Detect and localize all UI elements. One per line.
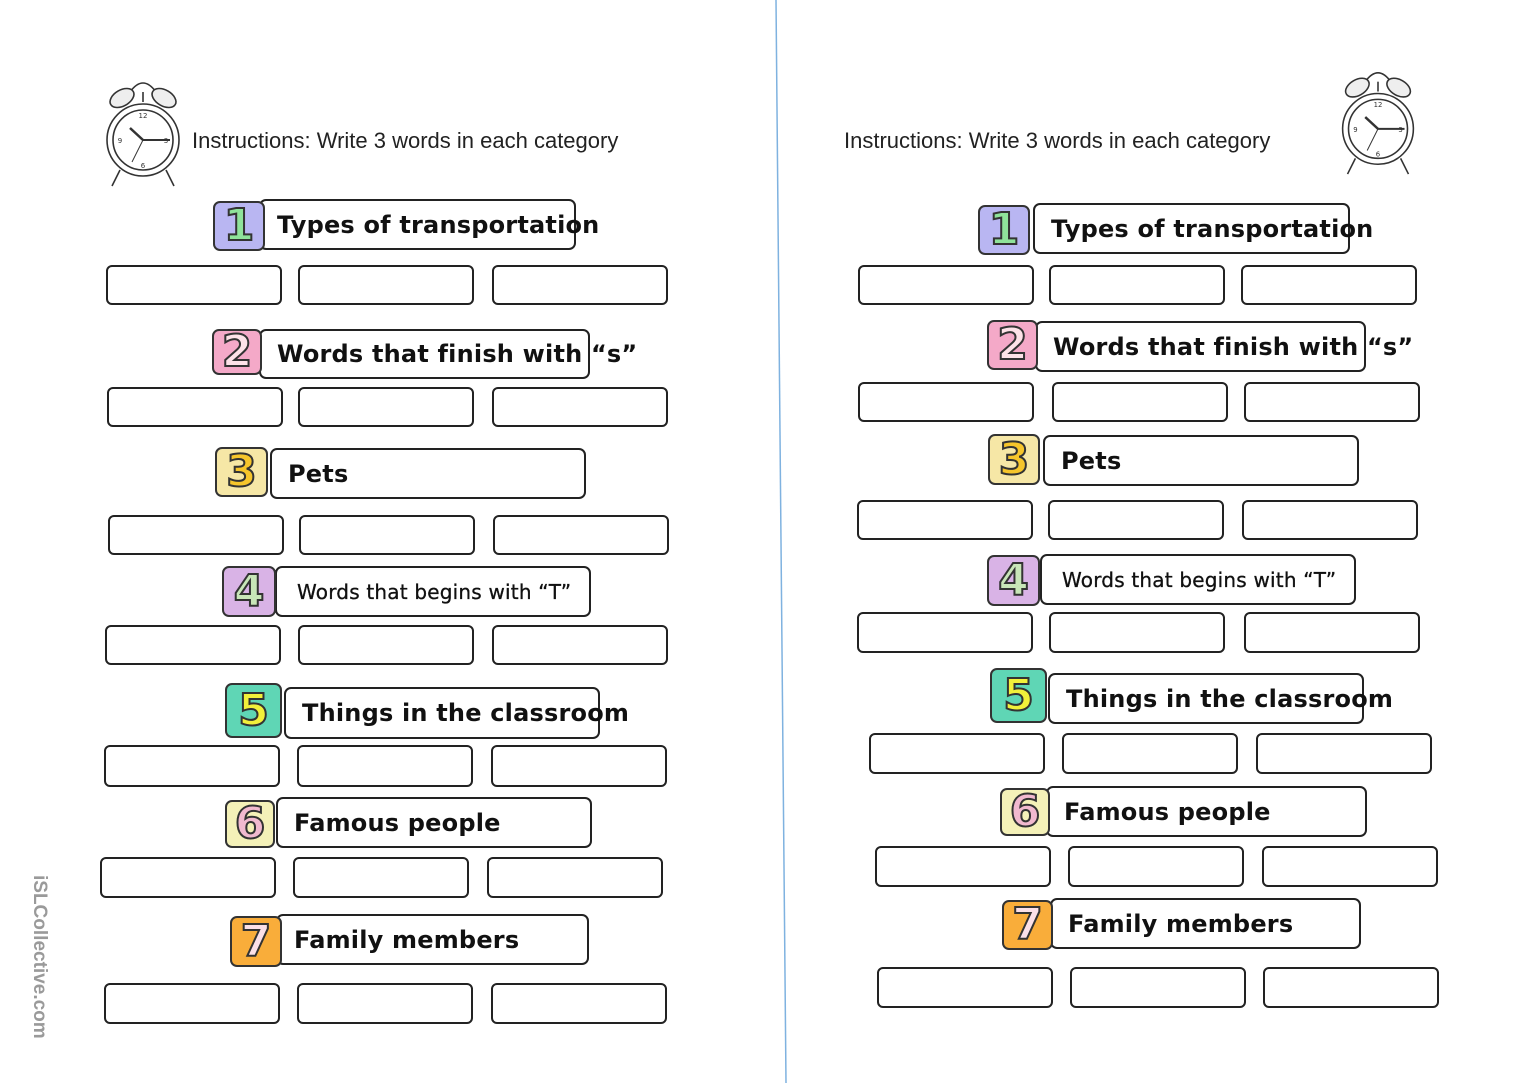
number-badge-icon: 4	[222, 566, 276, 617]
answer-box[interactable]	[858, 382, 1034, 422]
number-badge-icon: 7	[1002, 900, 1053, 950]
answer-box[interactable]	[299, 515, 475, 555]
answer-box[interactable]	[1052, 382, 1228, 422]
alarm-clock-icon: 12 3 6 9	[1337, 64, 1419, 178]
instructions: Instructions: Write 3 words in each cate…	[192, 128, 619, 153]
category-label: Pets	[1043, 435, 1359, 486]
badge-number: 4	[997, 554, 1030, 606]
answer-box[interactable]	[298, 625, 474, 665]
category-label: Family members	[276, 914, 589, 965]
answer-box[interactable]	[1070, 967, 1246, 1008]
answer-box[interactable]	[492, 265, 668, 305]
svg-text:3: 3	[1398, 126, 1402, 134]
svg-text:9: 9	[1353, 126, 1357, 134]
category-label: Family members	[1050, 898, 1361, 949]
number-badge-icon: 2	[987, 320, 1038, 370]
category-label: Types of transportation	[259, 199, 599, 250]
category-label: Things in the classroom	[284, 687, 629, 739]
badge-number: 1	[988, 204, 1021, 255]
answer-box[interactable]	[492, 387, 668, 427]
answer-box[interactable]	[1262, 846, 1438, 887]
answer-box[interactable]	[858, 265, 1034, 305]
category-label: Famous people	[276, 797, 592, 848]
badge-number: 7	[1011, 899, 1044, 950]
answer-box[interactable]	[293, 857, 469, 898]
number-badge-icon: 5	[225, 683, 282, 738]
category-label: Things in the classroom	[1048, 673, 1393, 724]
badge-number: 3	[998, 433, 1031, 485]
answer-box[interactable]	[1256, 733, 1432, 774]
badge-number: 6	[1009, 786, 1042, 837]
badge-number: 7	[240, 915, 273, 967]
answer-box[interactable]	[1244, 612, 1420, 653]
answer-box[interactable]	[1242, 500, 1418, 540]
number-badge-icon: 1	[213, 201, 265, 251]
answer-box[interactable]	[108, 515, 284, 555]
svg-text:6: 6	[141, 162, 146, 170]
number-badge-icon: 6	[225, 800, 275, 848]
answer-box[interactable]	[298, 387, 474, 427]
svg-text:12: 12	[1374, 101, 1383, 109]
answer-box[interactable]	[297, 745, 473, 787]
number-badge-icon: 3	[988, 434, 1040, 485]
answer-box[interactable]	[877, 967, 1053, 1008]
answer-box[interactable]	[1068, 846, 1244, 887]
category-label: Famous people	[1046, 786, 1367, 837]
answer-box[interactable]	[104, 983, 280, 1024]
answer-box[interactable]	[1244, 382, 1420, 422]
category-label: Words that begins with “T”	[275, 566, 591, 617]
answer-box[interactable]	[492, 625, 668, 665]
number-badge-icon: 5	[990, 668, 1047, 723]
answer-box[interactable]	[1049, 612, 1225, 653]
svg-text:12: 12	[139, 112, 148, 120]
alarm-clock-icon: 12 3 6 9	[102, 74, 184, 190]
badge-number: 5	[1002, 669, 1035, 721]
answer-box[interactable]	[857, 612, 1033, 653]
svg-text:9: 9	[118, 137, 122, 145]
category-label: Types of transportation	[1033, 203, 1373, 254]
badge-number: 3	[225, 446, 258, 497]
answer-box[interactable]	[491, 983, 667, 1024]
answer-box[interactable]	[298, 265, 474, 305]
category-label: Words that finish with “s”	[259, 329, 637, 379]
answer-box[interactable]	[487, 857, 663, 898]
badge-number: 6	[234, 798, 267, 849]
answer-box[interactable]	[857, 500, 1033, 540]
answer-box[interactable]	[1241, 265, 1417, 305]
answer-box[interactable]	[100, 857, 276, 898]
badge-number: 2	[996, 319, 1029, 370]
answer-box[interactable]	[105, 625, 281, 665]
answer-box[interactable]	[493, 515, 669, 555]
answer-box[interactable]	[875, 846, 1051, 887]
badge-number: 4	[233, 565, 266, 617]
number-badge-icon: 3	[215, 447, 268, 497]
svg-text:6: 6	[1376, 150, 1380, 158]
answer-box[interactable]	[869, 733, 1045, 774]
number-badge-icon: 4	[987, 555, 1040, 606]
badge-number: 5	[237, 684, 270, 736]
answer-box[interactable]	[1263, 967, 1439, 1008]
category-label: Pets	[270, 448, 586, 499]
badge-number: 1	[223, 200, 256, 251]
svg-text:3: 3	[164, 137, 168, 145]
answer-box[interactable]	[491, 745, 667, 787]
answer-box[interactable]	[106, 265, 282, 305]
category-label: Words that begins with “T”	[1040, 554, 1356, 605]
watermark: iSLCollective.com	[29, 875, 50, 1039]
badge-number: 2	[221, 326, 254, 377]
answer-box[interactable]	[297, 983, 473, 1024]
answer-box[interactable]	[107, 387, 283, 427]
answer-box[interactable]	[1048, 500, 1224, 540]
answer-box[interactable]	[1062, 733, 1238, 774]
answer-box[interactable]	[104, 745, 280, 787]
number-badge-icon: 7	[230, 916, 282, 967]
number-badge-icon: 2	[212, 329, 262, 375]
instructions: Instructions: Write 3 words in each cate…	[844, 128, 1271, 153]
answer-box[interactable]	[1049, 265, 1225, 305]
number-badge-icon: 1	[978, 205, 1030, 255]
number-badge-icon: 6	[1000, 788, 1050, 836]
category-label: Words that finish with “s”	[1035, 321, 1413, 372]
